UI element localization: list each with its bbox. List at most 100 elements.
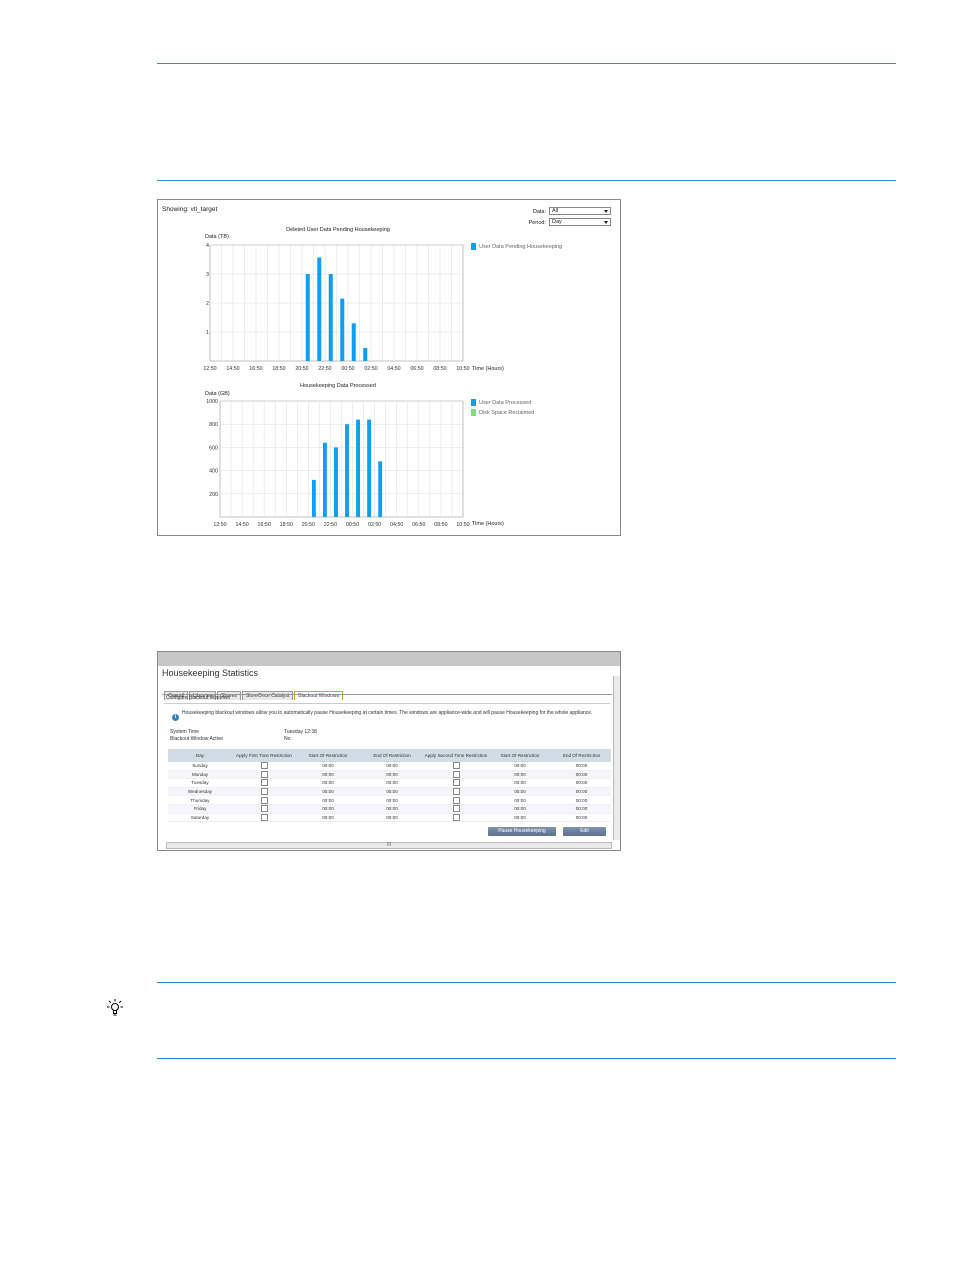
col-end-2: End Of Restriction bbox=[552, 749, 611, 762]
bar bbox=[322, 442, 327, 517]
day-cell: Sunday bbox=[168, 762, 232, 771]
apply-first-checkbox[interactable] bbox=[260, 762, 268, 770]
y-tick-label: 800 bbox=[209, 422, 218, 428]
end-2-cell: 00:00 bbox=[552, 787, 611, 797]
apply-first-checkbox-cell bbox=[232, 770, 296, 780]
start-2-cell: 00:00 bbox=[488, 804, 552, 814]
col-end-1: End Of Restriction bbox=[360, 749, 424, 762]
apply-first-checkbox[interactable] bbox=[260, 813, 268, 821]
start-2-cell: 00:00 bbox=[488, 795, 552, 805]
y-tick-label: 1000 bbox=[206, 399, 218, 405]
x-tick-label: 02:50 bbox=[368, 522, 381, 528]
vertical-scrollbar[interactable] bbox=[613, 676, 620, 840]
pause-housekeeping-button[interactable]: Pause Housekeeping bbox=[488, 827, 556, 836]
start-1-cell: 00:00 bbox=[296, 804, 360, 814]
window-title: Housekeeping Statistics bbox=[162, 668, 259, 678]
tip-bottom-rule bbox=[157, 1058, 896, 1059]
window-header-bar bbox=[158, 652, 620, 666]
x-tick-label: 00:50 bbox=[346, 522, 359, 528]
apply-second-checkbox[interactable] bbox=[452, 788, 460, 796]
start-2-cell: 00:00 bbox=[488, 770, 552, 780]
x-tick-label: 04:50 bbox=[390, 522, 403, 528]
apply-first-checkbox-cell bbox=[232, 804, 296, 814]
table-row: Saturday 00:00 00:00 00:00 00:00 bbox=[168, 813, 611, 823]
x-tick-label: 10:50 bbox=[456, 522, 469, 528]
day-cell: Monday bbox=[168, 770, 232, 780]
apply-second-checkbox[interactable] bbox=[452, 796, 460, 804]
end-1-cell: 00:00 bbox=[360, 787, 424, 797]
x-tick-label: 12:50 bbox=[213, 522, 226, 528]
apply-second-checkbox-cell bbox=[424, 770, 488, 780]
col-start-1: Start Of Restriction bbox=[296, 749, 360, 762]
day-cell: Saturday bbox=[168, 813, 232, 823]
bar bbox=[334, 447, 338, 517]
end-1-cell: 00:00 bbox=[360, 795, 424, 805]
start-2-cell: 00:00 bbox=[488, 787, 552, 797]
apply-first-checkbox-cell bbox=[232, 813, 296, 823]
start-2-cell: 00:00 bbox=[488, 762, 552, 771]
apply-second-checkbox[interactable] bbox=[452, 770, 460, 778]
table-row: Tuesday 00:00 00:00 00:00 00:00 bbox=[168, 778, 611, 788]
apply-first-checkbox-cell bbox=[232, 778, 296, 788]
bar bbox=[367, 419, 372, 517]
y-tick-label: 600 bbox=[209, 445, 218, 451]
x-tick-label: 14:50 bbox=[235, 522, 248, 528]
apply-second-checkbox-cell bbox=[424, 762, 488, 771]
end-2-cell: 00:00 bbox=[552, 795, 611, 805]
apply-second-checkbox[interactable] bbox=[452, 813, 460, 821]
apply-second-checkbox[interactable] bbox=[452, 805, 460, 813]
start-1-cell: 00:00 bbox=[296, 813, 360, 823]
y-tick-label: 200 bbox=[209, 492, 218, 498]
start-1-cell: 00:00 bbox=[296, 787, 360, 797]
day-cell: Thursday bbox=[168, 795, 232, 805]
tab-bar: Overall Libraries Shares StoreOnce Catalyst… bbox=[164, 684, 344, 700]
table-row: Monday 00:00 00:00 00:00 00:00 bbox=[168, 770, 611, 780]
apply-first-checkbox[interactable] bbox=[260, 779, 268, 787]
blackout-table: Day Apply First Time Restriction Start O… bbox=[168, 749, 611, 823]
info-message: Housekeeping blackout windows allow you … bbox=[182, 710, 593, 716]
info-icon: i bbox=[172, 714, 179, 721]
end-1-cell: 00:00 bbox=[360, 804, 424, 814]
end-1-cell: 00:00 bbox=[360, 813, 424, 823]
apply-second-checkbox-cell bbox=[424, 795, 488, 805]
apply-first-checkbox[interactable] bbox=[260, 788, 268, 796]
apply-second-checkbox[interactable] bbox=[452, 779, 460, 787]
top-rule bbox=[157, 63, 896, 64]
start-2-cell: 00:00 bbox=[488, 778, 552, 788]
start-1-cell: 00:00 bbox=[296, 770, 360, 780]
system-time-label: System Time bbox=[170, 729, 199, 735]
horizontal-scrollbar[interactable]: III bbox=[166, 842, 612, 849]
table-row: Friday 00:00 00:00 00:00 00:00 bbox=[168, 804, 611, 814]
apply-second-checkbox-cell bbox=[424, 804, 488, 814]
apply-second-checkbox[interactable] bbox=[452, 762, 460, 770]
day-cell: Tuesday bbox=[168, 778, 232, 788]
x-tick-label: 20:50 bbox=[302, 522, 315, 528]
end-2-cell: 00:00 bbox=[552, 762, 611, 771]
blackout-active-value: No bbox=[284, 736, 291, 742]
end-1-cell: 00:00 bbox=[360, 770, 424, 780]
day-cell: Friday bbox=[168, 804, 232, 814]
table-row: Thursday 00:00 00:00 00:00 00:00 bbox=[168, 795, 611, 805]
x-tick-label: 22:50 bbox=[324, 522, 337, 528]
rule-2 bbox=[157, 180, 896, 181]
blackout-active-label: Blackout Window Active bbox=[170, 736, 224, 742]
edit-button[interactable]: Edit bbox=[563, 827, 606, 836]
chart2-plot: 200 400 600 800 1000 12:50 14:50 16:50 18:50 20:5… bbox=[206, 399, 469, 528]
x-tick-label: 08:50 bbox=[434, 522, 447, 528]
bar bbox=[356, 419, 361, 517]
lightbulb-icon bbox=[107, 999, 123, 1016]
start-2-cell: 00:00 bbox=[488, 813, 552, 823]
section-header: Configure Blackout Windows bbox=[164, 695, 610, 704]
apply-first-checkbox[interactable] bbox=[260, 796, 268, 804]
apply-first-checkbox[interactable] bbox=[260, 805, 268, 813]
housekeeping-statistics-window: Housekeeping Statistics Overall Libraries… bbox=[157, 651, 621, 851]
x-tick-label: 06:50 bbox=[412, 522, 425, 528]
x-tick-label: 18:50 bbox=[280, 522, 293, 528]
bar bbox=[311, 479, 316, 517]
housekeeping-charts-panel: Showing: vtl_target Data: All Period: Da… bbox=[157, 199, 621, 536]
y-tick-label: 400 bbox=[209, 469, 218, 475]
col-apply-first: Apply First Time Restriction bbox=[232, 749, 296, 762]
table-header-row: Day Apply First Time Restriction Start O… bbox=[168, 749, 611, 762]
apply-first-checkbox[interactable] bbox=[260, 770, 268, 778]
tip-top-rule bbox=[157, 982, 896, 983]
